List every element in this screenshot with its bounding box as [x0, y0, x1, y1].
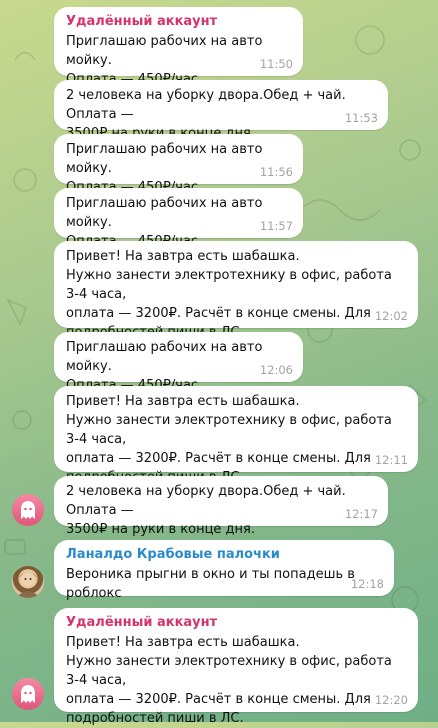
message-time: 12:02 — [374, 309, 408, 323]
sender-avatar[interactable] — [12, 566, 44, 598]
message-time: 11:53 — [344, 111, 378, 125]
user-photo — [16, 572, 40, 598]
message-text: 2 человека на уборку двора.Обед + чай. О… — [66, 484, 346, 537]
message-time: 11:57 — [259, 219, 293, 233]
message-time: 12:11 — [374, 453, 408, 467]
message-text: Вероника прыгни в окно и ты попадешь в р… — [66, 567, 355, 601]
sender-name[interactable]: Ланалдо Крабовые палочки — [66, 546, 382, 564]
message-bubble[interactable]: Удалённый аккаунт Привет! На завтра есть… — [54, 608, 418, 726]
message-time: 11:56 — [259, 165, 293, 179]
message-text: Привет! На завтра есть шабашка. Нужно за… — [66, 249, 392, 340]
ghost-icon — [21, 685, 35, 703]
sender-name[interactable]: Удалённый аккаунт — [66, 13, 291, 31]
message-bubble[interactable]: Приглашаю рабочих на авто мойку. Оплата … — [54, 134, 303, 195]
message-time: 12:18 — [350, 577, 384, 591]
sender-avatar[interactable] — [12, 494, 44, 526]
message-bubble[interactable]: Привет! На завтра есть шабашка. Нужно за… — [54, 386, 418, 485]
ghost-icon — [21, 501, 35, 519]
message-bubble[interactable]: Привет! На завтра есть шабашка. Нужно за… — [54, 241, 418, 340]
message-text: Привет! На завтра есть шабашка. Нужно за… — [66, 394, 392, 485]
message-bubble[interactable]: 2 человека на уборку двора.Обед + чай. О… — [54, 476, 388, 537]
message-time: 12:06 — [259, 363, 293, 377]
message-bubble[interactable]: Удалённый аккаунт Приглашаю рабочих на а… — [54, 7, 303, 87]
message-bubble[interactable]: Ланалдо Крабовые палочки Вероника прыгни… — [54, 540, 394, 601]
chat-message-list[interactable]: Удалённый аккаунт Приглашаю рабочих на а… — [0, 0, 438, 726]
message-text: Привет! На завтра есть шабашка. Нужно за… — [66, 635, 392, 726]
sender-avatar[interactable] — [12, 678, 44, 710]
message-bubble[interactable]: Приглашаю рабочих на авто мойку. Оплата … — [54, 188, 303, 249]
message-time: 12:17 — [344, 507, 378, 521]
message-time: 12:20 — [374, 693, 408, 707]
message-bubble[interactable]: 2 человека на уборку двора.Обед + чай. О… — [54, 80, 388, 141]
message-time: 11:50 — [259, 57, 293, 71]
message-bubble[interactable]: Приглашаю рабочих на авто мойку. Оплата … — [54, 332, 303, 393]
sender-name[interactable]: Удалённый аккаунт — [66, 614, 406, 632]
